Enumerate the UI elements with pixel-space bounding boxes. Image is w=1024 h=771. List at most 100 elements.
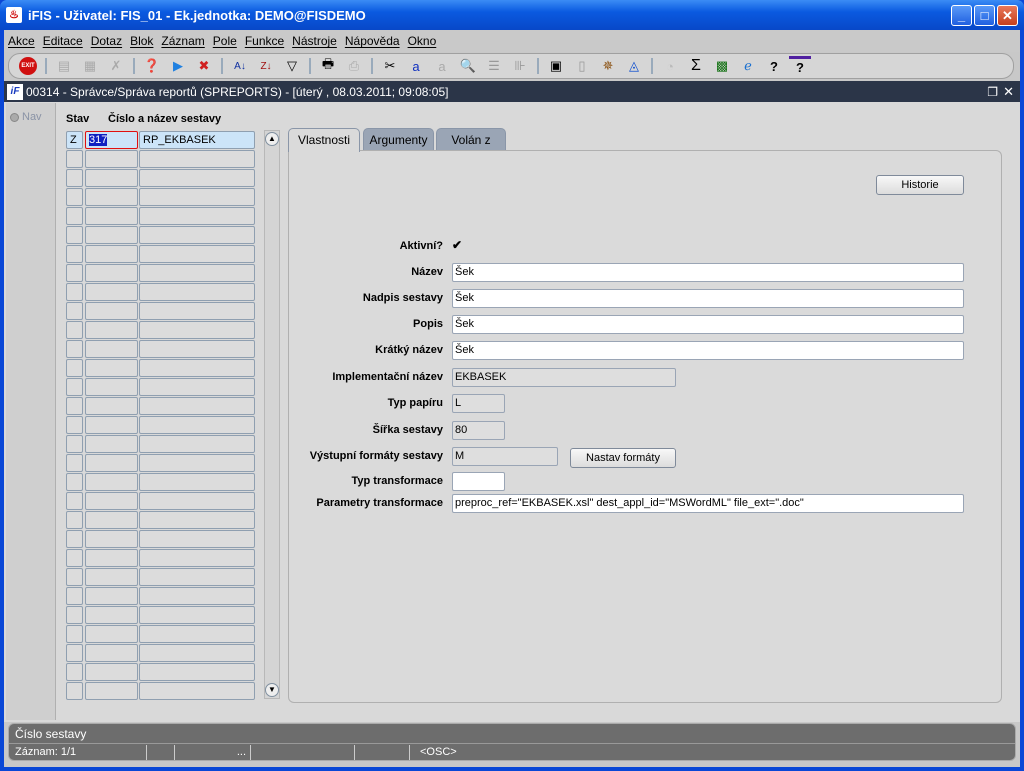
cislo-cell[interactable] bbox=[85, 568, 138, 586]
field-input[interactable] bbox=[452, 472, 505, 491]
cislo-cell[interactable] bbox=[85, 397, 138, 415]
field-input[interactable]: Šek bbox=[452, 341, 964, 360]
wheel-icon[interactable]: ✵ bbox=[597, 56, 619, 76]
nazev-cell[interactable] bbox=[139, 435, 255, 453]
clock-icon[interactable]: ◔ bbox=[659, 56, 681, 76]
stav-cell[interactable] bbox=[66, 397, 83, 415]
stav-cell[interactable] bbox=[66, 549, 83, 567]
stav-cell[interactable] bbox=[66, 625, 83, 643]
stav-cell[interactable] bbox=[66, 302, 83, 320]
cancel-query-icon[interactable]: ✖ bbox=[193, 56, 215, 76]
cislo-cell[interactable] bbox=[85, 473, 138, 491]
menu-pole[interactable]: Pole bbox=[213, 34, 237, 48]
cislo-cell[interactable] bbox=[85, 625, 138, 643]
cislo-cell[interactable] bbox=[85, 264, 138, 282]
close-form-icon[interactable]: ✕ bbox=[1003, 84, 1014, 100]
cislo-cell[interactable] bbox=[85, 340, 138, 358]
stav-cell[interactable] bbox=[66, 682, 83, 700]
cislo-cell[interactable] bbox=[85, 359, 138, 377]
nazev-cell[interactable] bbox=[139, 492, 255, 510]
nazev-cell[interactable] bbox=[139, 321, 255, 339]
nazev-cell[interactable] bbox=[139, 682, 255, 700]
cislo-cell[interactable] bbox=[85, 663, 138, 681]
field-input[interactable]: preproc_ref="EKBASEK.xsl" dest_appl_id="… bbox=[452, 494, 964, 513]
exit-button[interactable]: EXIT bbox=[17, 56, 39, 76]
copy-icon[interactable]: a bbox=[405, 56, 427, 76]
nazev-cell[interactable] bbox=[139, 359, 255, 377]
cislo-cell[interactable] bbox=[85, 644, 138, 662]
nastav-formaty-button[interactable]: Nastav formáty bbox=[570, 448, 676, 468]
cislo-cell[interactable] bbox=[85, 226, 138, 244]
eye-icon[interactable]: ◬ bbox=[623, 56, 645, 76]
nazev-cell[interactable] bbox=[139, 207, 255, 225]
stav-cell[interactable] bbox=[66, 340, 83, 358]
stav-cell[interactable] bbox=[66, 587, 83, 605]
cislo-cell[interactable] bbox=[85, 587, 138, 605]
nazev-cell[interactable] bbox=[139, 169, 255, 187]
cislo-cell[interactable] bbox=[85, 150, 138, 168]
cislo-cell[interactable] bbox=[85, 302, 138, 320]
field-input[interactable]: Šek bbox=[452, 289, 964, 308]
paste-icon[interactable]: a bbox=[431, 56, 453, 76]
grid-scrollbar[interactable]: ▲ ▼ bbox=[264, 130, 280, 699]
stav-cell[interactable] bbox=[66, 473, 83, 491]
field-input[interactable]: Šek bbox=[452, 263, 964, 282]
cislo-cell[interactable] bbox=[85, 207, 138, 225]
menu-akce[interactable]: Akce bbox=[8, 34, 35, 48]
field-input[interactable]: Šek bbox=[452, 315, 964, 334]
stav-cell[interactable] bbox=[66, 530, 83, 548]
restore-icon[interactable]: ❐ bbox=[987, 85, 998, 99]
stav-cell[interactable] bbox=[66, 492, 83, 510]
field-input[interactable]: M bbox=[452, 447, 558, 466]
cislo-cell[interactable] bbox=[85, 283, 138, 301]
menu-blok[interactable]: Blok bbox=[130, 34, 153, 48]
stav-cell[interactable] bbox=[66, 226, 83, 244]
nazev-cell[interactable] bbox=[139, 530, 255, 548]
cut-icon[interactable]: ✂ bbox=[379, 56, 401, 76]
historie-button[interactable]: Historie bbox=[876, 175, 964, 195]
tree-icon[interactable]: ⊪ bbox=[509, 56, 531, 76]
document-icon[interactable]: ▯ bbox=[571, 56, 593, 76]
nazev-cell[interactable] bbox=[139, 663, 255, 681]
cislo-cell[interactable] bbox=[85, 511, 138, 529]
scroll-down-icon[interactable]: ▼ bbox=[265, 683, 279, 697]
execute-query-icon[interactable]: ▶ bbox=[167, 56, 189, 76]
nazev-cell[interactable] bbox=[139, 226, 255, 244]
aktivni-checkbox[interactable]: ✔ bbox=[452, 239, 464, 252]
nazev-cell[interactable] bbox=[139, 378, 255, 396]
delete-record-icon[interactable]: ✗ bbox=[105, 56, 127, 76]
stav-cell[interactable] bbox=[66, 169, 83, 187]
cislo-cell[interactable] bbox=[85, 454, 138, 472]
tab-volan-z[interactable]: Volán z bbox=[436, 128, 506, 151]
cislo-cell[interactable] bbox=[85, 530, 138, 548]
nazev-cell[interactable] bbox=[139, 454, 255, 472]
stav-cell[interactable] bbox=[66, 359, 83, 377]
menu-dotaz[interactable]: Dotaz bbox=[91, 34, 122, 48]
help-icon[interactable]: ? bbox=[789, 56, 811, 76]
nazev-cell[interactable] bbox=[139, 188, 255, 206]
sort-desc-icon[interactable]: Z↓ bbox=[255, 56, 277, 76]
duplicate-record-icon[interactable]: ▦ bbox=[79, 56, 101, 76]
stav-cell[interactable] bbox=[66, 435, 83, 453]
browser-icon[interactable]: ℯ bbox=[737, 56, 759, 76]
nazev-cell[interactable] bbox=[139, 340, 255, 358]
filter-icon[interactable]: ▽ bbox=[281, 56, 303, 76]
list-icon[interactable]: ☰ bbox=[483, 56, 505, 76]
stav-cell[interactable]: Z bbox=[66, 131, 83, 149]
print-icon[interactable]: 🖶 bbox=[317, 56, 339, 76]
nazev-cell[interactable] bbox=[139, 397, 255, 415]
enter-query-icon[interactable]: ❓ bbox=[141, 56, 163, 76]
stav-cell[interactable] bbox=[66, 568, 83, 586]
stav-cell[interactable] bbox=[66, 511, 83, 529]
nazev-cell[interactable]: RP_EKBASEK bbox=[139, 131, 255, 149]
stav-cell[interactable] bbox=[66, 321, 83, 339]
stav-cell[interactable] bbox=[66, 264, 83, 282]
stav-cell[interactable] bbox=[66, 150, 83, 168]
nazev-cell[interactable] bbox=[139, 625, 255, 643]
cislo-cell[interactable] bbox=[85, 606, 138, 624]
field-input[interactable]: L bbox=[452, 394, 505, 413]
nazev-cell[interactable] bbox=[139, 416, 255, 434]
nav-radio[interactable]: Nav bbox=[10, 111, 42, 123]
menu-editace[interactable]: Editace bbox=[43, 34, 83, 48]
cislo-cell[interactable] bbox=[85, 321, 138, 339]
